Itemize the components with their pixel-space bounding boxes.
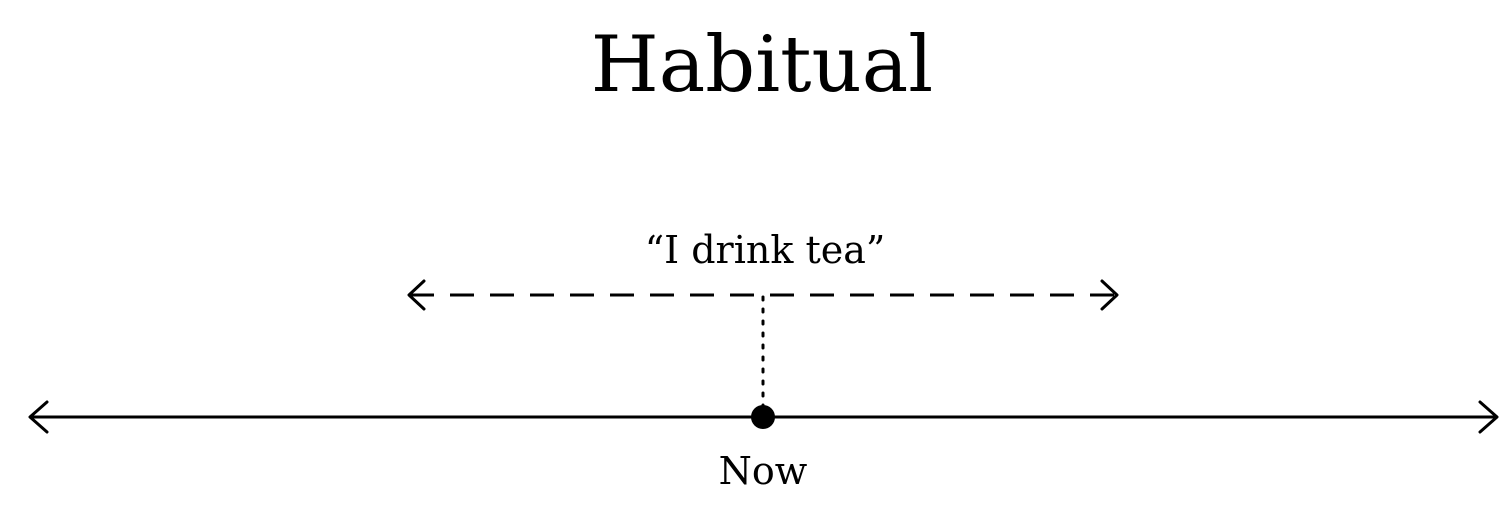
habitual-timeline-diagram: Habitual “I drink tea” Now: [28, 20, 1499, 493]
now-label: Now: [719, 449, 808, 493]
now-point-marker: [751, 405, 775, 429]
diagram-title: Habitual: [591, 20, 933, 110]
example-sentence-label: “I drink tea”: [645, 228, 886, 272]
